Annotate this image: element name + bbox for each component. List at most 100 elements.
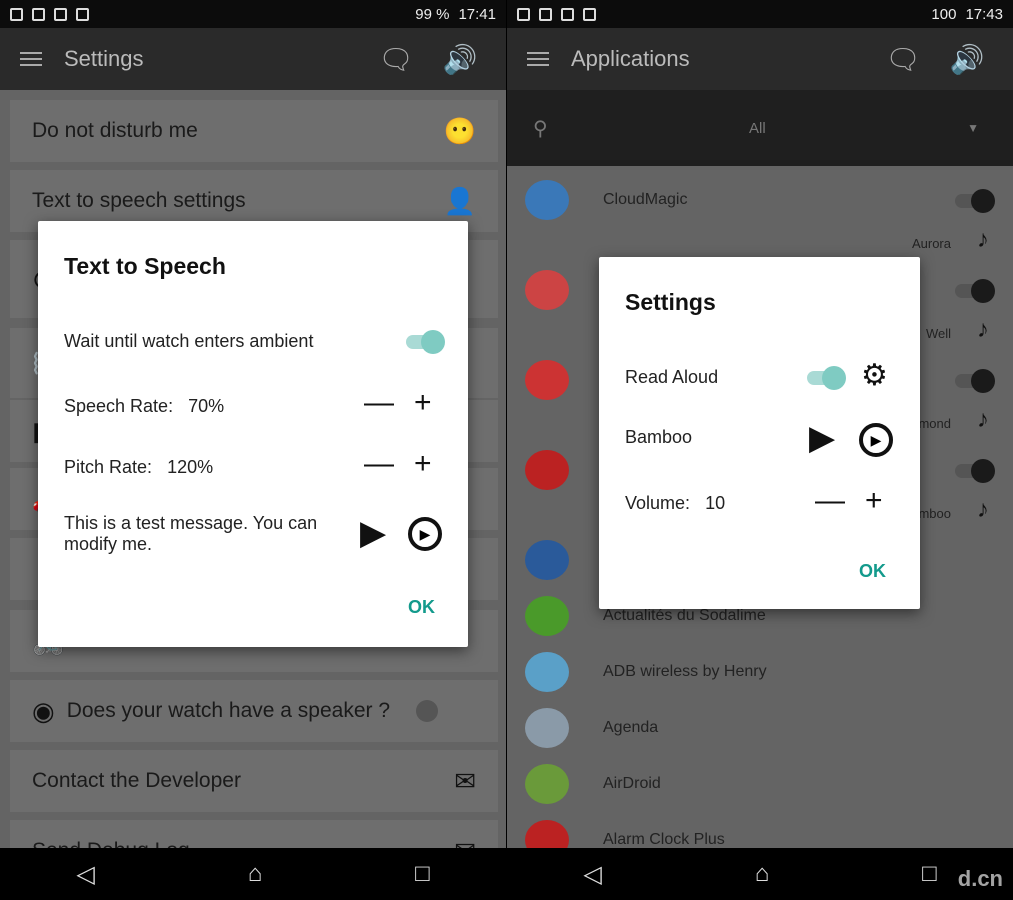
home-icon[interactable]: ⌂ — [248, 860, 263, 888]
clock: 17:41 — [458, 5, 496, 23]
search-bar: ⚲ All ▼ — [507, 90, 1013, 166]
app-name: AirDroid — [603, 775, 661, 792]
play-on-watch-icon[interactable]: ▶ — [859, 423, 893, 457]
volume-value: 10 — [705, 493, 726, 513]
page-title: Settings — [64, 46, 144, 71]
mute-speech-icon[interactable]: 🗨 — [885, 41, 921, 77]
app-name: Alarm Clock Plus — [603, 831, 725, 848]
speaker-checkbox[interactable] — [416, 700, 438, 722]
card-label: Contact the Developer — [32, 769, 241, 792]
music-note-icon[interactable]: ♪ — [977, 316, 989, 344]
test-message[interactable]: This is a test message. You can modify m… — [64, 513, 324, 555]
recents-icon[interactable]: □ — [922, 860, 937, 888]
status-bar: 100 17:43 — [507, 0, 1013, 28]
app-row[interactable]: ADB wireless by Henry — [507, 644, 1013, 700]
watch-speaker-icon: ◉ — [32, 695, 55, 726]
ok-button[interactable]: OK — [408, 597, 435, 618]
app-name: Agenda — [603, 719, 659, 736]
app-enable-toggle[interactable] — [955, 189, 995, 213]
app-icon — [525, 360, 569, 400]
play-icon[interactable]: ▶ — [809, 421, 835, 455]
menu-icon[interactable] — [20, 48, 42, 70]
music-note-icon[interactable]: ♪ — [977, 226, 989, 254]
app-settings-dialog: Settings Read Aloud ⚙ Bamboo ▶ ▶ Volume:… — [599, 257, 920, 609]
home-icon[interactable]: ⌂ — [755, 860, 770, 888]
app-icon — [525, 764, 569, 804]
volume: Volume: 10 — [625, 493, 725, 514]
right-screen: 100 17:43 Applications 🗨 🔊 ⚲ All ▼ Cloud… — [507, 0, 1013, 900]
pitch-rate-decrease-button[interactable]: — — [364, 449, 394, 479]
volume-icon[interactable]: 🔊 — [442, 41, 478, 77]
speech-rate: Speech Rate: 70% — [64, 396, 224, 417]
app-bar: Applications 🗨 🔊 — [507, 28, 1013, 90]
app-icon — [525, 450, 569, 490]
gear-icon[interactable]: ⚙ — [861, 361, 888, 391]
mute-speech-icon[interactable]: 🗨 — [378, 41, 414, 77]
search-icon[interactable]: ⚲ — [533, 116, 548, 141]
app-sound-name: Aurora — [911, 236, 951, 251]
card-label: Do not disturb me — [32, 119, 198, 142]
pitch-rate: Pitch Rate: 120% — [64, 457, 213, 478]
wait-ambient-toggle[interactable] — [406, 330, 445, 354]
app-name: ADB wireless by Henry — [603, 663, 767, 680]
speech-rate-value: 70% — [188, 396, 225, 416]
app-enable-toggle[interactable] — [955, 279, 995, 303]
app-sound-name: Well — [925, 326, 951, 341]
app-icon — [525, 270, 569, 310]
app-icon — [525, 180, 569, 220]
card-contact-developer[interactable]: Contact the Developer ✉ — [10, 750, 498, 812]
recents-icon[interactable]: □ — [415, 860, 430, 888]
ok-button[interactable]: OK — [859, 561, 886, 582]
card-do-not-disturb[interactable]: Do not disturb me 😶 — [10, 100, 498, 162]
app-bar: Settings 🗨 🔊 — [0, 28, 506, 90]
volume-decrease-button[interactable]: — — [815, 486, 845, 516]
app-enable-toggle[interactable] — [955, 459, 995, 483]
app-row[interactable]: CloudMagic — [507, 172, 1013, 228]
nav-bar: ◁ ⌂ □ — [0, 848, 506, 900]
music-note-icon[interactable]: ♪ — [977, 406, 989, 434]
app-icon — [525, 540, 569, 580]
read-aloud-toggle[interactable] — [807, 366, 846, 390]
nav-bar: ◁ ⌂ □ — [507, 848, 1013, 900]
card-watch-speaker[interactable]: ◉ Does your watch have a speaker ? — [10, 680, 498, 742]
back-icon[interactable]: ◁ — [583, 860, 601, 889]
card-label: Text to speech settings — [32, 189, 246, 212]
mail-icon: ✉ — [454, 765, 476, 796]
status-bar: 99 % 17:41 — [0, 0, 506, 28]
dialog-title: Settings — [625, 289, 716, 315]
watermark: d.cn — [957, 866, 1003, 891]
menu-icon[interactable] — [527, 48, 549, 70]
speech-rate-decrease-button[interactable]: — — [364, 388, 394, 418]
volume-icon[interactable]: 🔊 — [949, 41, 985, 77]
pitch-rate-label: Pitch Rate: — [64, 457, 153, 477]
clock: 17:43 — [965, 5, 1003, 23]
tts-dialog: Text to Speech Wait until watch enters a… — [38, 221, 468, 647]
app-icon — [525, 596, 569, 636]
dialog-title: Text to Speech — [64, 253, 226, 279]
volume-increase-button[interactable]: + — [865, 486, 883, 516]
voice-label: Bamboo — [625, 427, 693, 447]
filter-dropdown[interactable]: All — [548, 120, 967, 137]
speech-rate-increase-button[interactable]: + — [414, 388, 432, 418]
app-name: Actualités du Sodalime — [603, 607, 766, 624]
chevron-down-icon[interactable]: ▼ — [967, 121, 979, 135]
speaking-person-icon: 👤 — [443, 185, 476, 216]
read-aloud-label: Read Aloud — [625, 367, 719, 387]
back-icon[interactable]: ◁ — [76, 860, 94, 889]
app-row[interactable]: AirDroid — [507, 756, 1013, 812]
shush-face-icon: 😶 — [443, 115, 476, 146]
pitch-rate-increase-button[interactable]: + — [414, 449, 432, 479]
music-note-icon[interactable]: ♪ — [977, 496, 989, 524]
play-on-watch-icon[interactable]: ▶ — [408, 517, 442, 551]
card-label: Does your watch have a speaker ? — [66, 699, 391, 722]
app-enable-toggle[interactable] — [955, 369, 995, 393]
play-icon[interactable]: ▶ — [360, 516, 386, 550]
pitch-rate-value: 120% — [167, 457, 214, 477]
volume-label: Volume: — [625, 493, 691, 513]
app-row[interactable]: Agenda — [507, 700, 1013, 756]
app-icon — [525, 708, 569, 748]
app-name: CloudMagic — [603, 191, 688, 208]
speech-rate-label: Speech Rate: — [64, 396, 174, 416]
battery-level: 100 — [931, 5, 957, 23]
app-icon — [525, 652, 569, 692]
